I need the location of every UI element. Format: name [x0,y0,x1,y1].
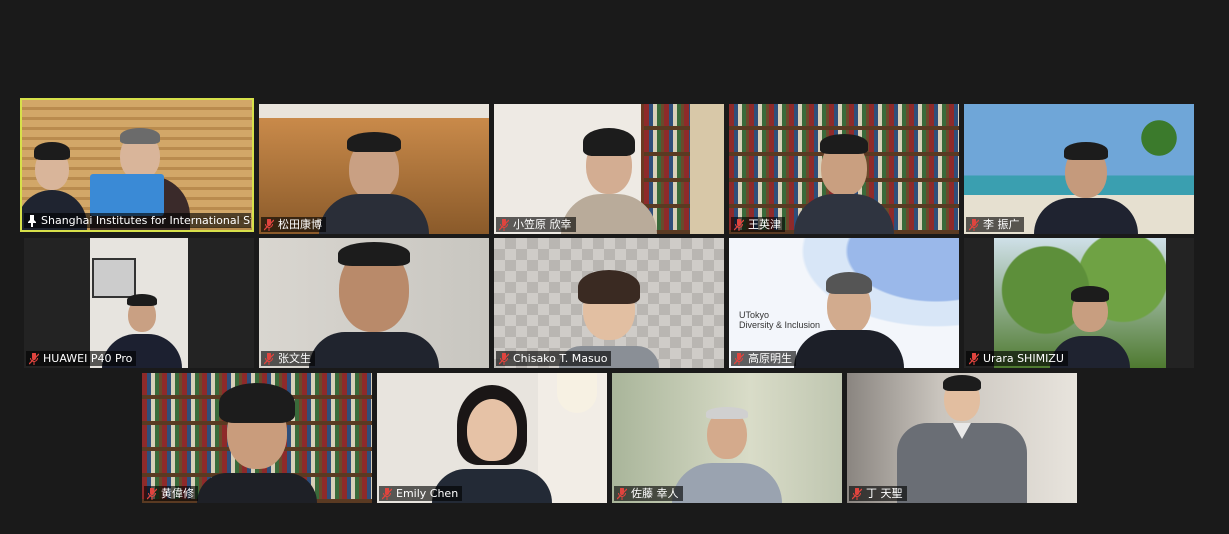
participant-name: 小笠原 欣幸 [513,218,572,231]
video-gallery: Shanghai Institutes for International St… [0,0,1229,534]
mic-muted-icon [969,218,979,231]
participant-name: 张文生 [278,352,311,365]
participant-name-label: 小笠原 欣幸 [496,217,576,232]
participant-name: 黄偉修 [161,487,194,500]
palm-tree [1134,114,1184,174]
mic-muted-icon [734,352,744,365]
mic-muted-icon [382,487,392,500]
video-tile-shanghai[interactable]: Shanghai Institutes for International St… [20,98,254,232]
mic-muted-icon [852,487,862,500]
participant-name: 李 振广 [983,218,1020,231]
participant-name: Urara SHIMIZU [983,352,1064,365]
participant-name-label: 高原明生 [731,351,796,366]
video-tile-li[interactable]: 李 振广 [964,104,1194,234]
video-tile-emily[interactable]: Emily Chen [377,373,607,503]
participant-video [1034,122,1138,234]
participant-name: 丁 天聖 [866,487,903,500]
video-tile-ogasawara[interactable]: 小笠原 欣幸 [494,104,724,234]
video-tile-wang[interactable]: 王英津 [729,104,959,234]
participant-name: HUAWEI P40 Pro [43,352,133,365]
video-tile-sato[interactable]: 佐藤 幸人 [612,373,842,503]
video-tile-matsuda[interactable]: 松田康博 [259,104,489,234]
mic-muted-icon [264,352,274,365]
participant-name-label: 佐藤 幸人 [614,486,683,501]
video-tile-ding[interactable]: 丁 天聖 [847,373,1077,503]
participant-video [309,242,439,368]
pin-icon [27,214,37,227]
participant-name-label: 黄偉修 [144,486,198,501]
participant-video [319,116,429,234]
participant-name-label: 松田康博 [261,217,326,232]
video-tile-masuo[interactable]: Chisako T. Masuo [494,238,724,368]
mic-muted-icon [264,218,274,231]
video-tile-zhang[interactable]: 张文生 [259,238,489,368]
participant-name-label: Chisako T. Masuo [496,351,612,366]
participant-name: Shanghai Institutes for International St… [41,214,251,227]
video-tile-huawei[interactable]: HUAWEI P40 Pro [24,238,254,368]
participant-name: Chisako T. Masuo [513,352,608,365]
participant-name: 王英津 [748,218,781,231]
lamp [557,373,597,413]
participant-name-label: Urara SHIMIZU [966,351,1068,366]
participant-name-label: 李 振广 [966,217,1024,232]
mic-muted-icon [29,352,39,365]
mic-muted-icon [969,352,979,365]
participant-name-label: Emily Chen [379,486,463,501]
participant-name-label: 王英津 [731,217,785,232]
participant-video [794,258,904,368]
mic-muted-icon [499,352,509,365]
participant-name: 佐藤 幸人 [631,487,679,500]
participant-name-label: HUAWEI P40 Pro [26,351,137,366]
participant-name-label: 张文生 [261,351,315,366]
mic-muted-icon [734,218,744,231]
forest-background [994,238,1166,368]
video-tile-shimizu[interactable]: Urara SHIMIZU [964,238,1194,368]
mic-muted-icon [499,218,509,231]
participant-video [794,122,894,234]
video-tile-takahara[interactable]: UTokyo Diversity & Inclusion 高原明生 [729,238,959,368]
video-tile-huang[interactable]: 黄偉修 [142,373,372,503]
phone-video-area [90,238,188,368]
participant-name: 松田康博 [278,218,322,231]
participant-name-label: 丁 天聖 [849,486,907,501]
participant-name: 高原明生 [748,352,792,365]
mic-muted-icon [617,487,627,500]
participant-name-label: Shanghai Institutes for International St… [24,213,251,228]
mic-muted-icon [147,487,157,500]
participant-video [897,375,1027,503]
participant-video [197,379,317,503]
participant-video [672,403,782,503]
laptop [90,174,164,216]
participant-video [432,377,552,503]
participant-name: Emily Chen [396,487,459,500]
